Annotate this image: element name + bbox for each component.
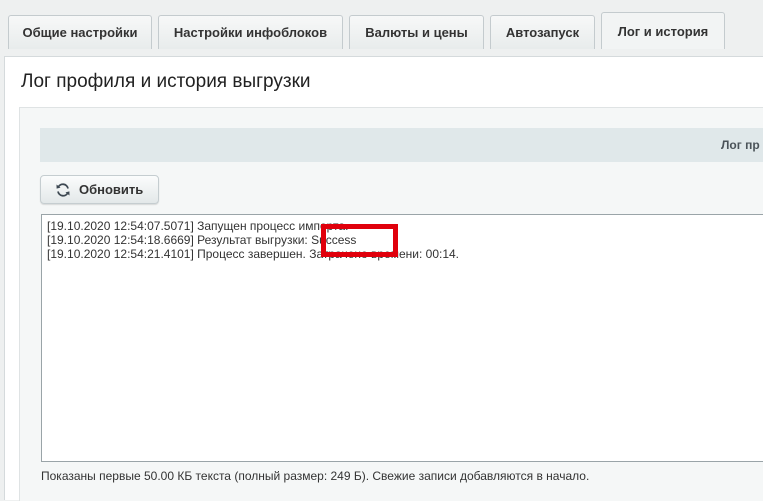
page-title: Лог профиля и история выгрузки: [21, 71, 311, 92]
refresh-button-label: Обновить: [79, 182, 144, 197]
refresh-icon: [55, 182, 71, 198]
section-header: Лог пр: [40, 128, 763, 162]
log-section: Лог пр Обновить [19.10.2020 12:54:07.507…: [19, 107, 763, 501]
section-header-label: Лог пр: [721, 138, 760, 152]
tab-bar: Общие настройки Настройки инфоблоков Вал…: [0, 0, 763, 52]
log-line: [19.10.2020 12:54:18.6669] Результат выг…: [47, 233, 357, 247]
log-size-note: Показаны первые 50.00 КБ текста (полный …: [41, 469, 590, 483]
highlight-box: [321, 224, 398, 257]
tab-log-history[interactable]: Лог и история: [601, 12, 725, 49]
log-line: [19.10.2020 12:54:21.4101] Процесс завер…: [47, 247, 460, 261]
tab-iblock-settings[interactable]: Настройки инфоблоков: [158, 15, 343, 49]
refresh-button[interactable]: Обновить: [40, 175, 159, 204]
log-line: [19.10.2020 12:54:07.5071] Запущен проце…: [47, 219, 349, 233]
tab-currencies-prices[interactable]: Валюты и цены: [349, 15, 484, 49]
log-textarea[interactable]: [19.10.2020 12:54:07.5071] Запущен проце…: [41, 214, 763, 462]
tab-autostart[interactable]: Автозапуск: [490, 15, 595, 49]
tab-content-panel: Лог профиля и история выгрузки Лог пр Об…: [4, 56, 763, 501]
tab-general-settings[interactable]: Общие настройки: [8, 15, 152, 49]
